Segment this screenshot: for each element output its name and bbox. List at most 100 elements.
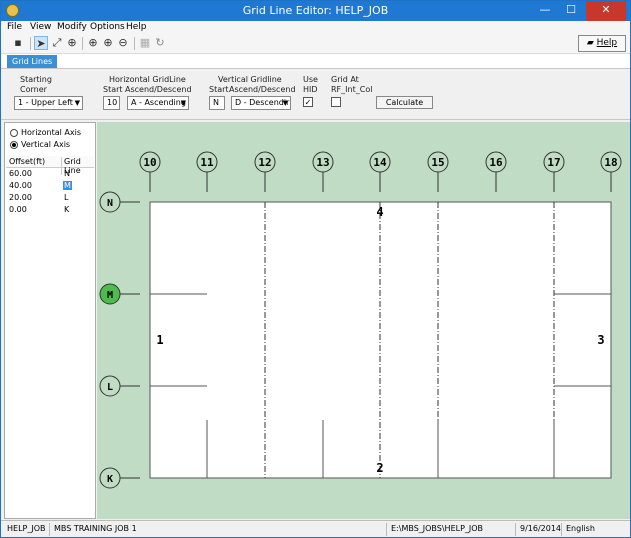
vertical-start-label: Start: [209, 85, 229, 94]
horizontal-ascend-value: A - Ascending: [131, 98, 186, 107]
hid-label: HID: [303, 85, 318, 94]
horizontal-ascend-label: Ascend/Descend: [125, 85, 192, 94]
radio-horizontal-label: Horizontal Axis: [21, 128, 81, 137]
table-row[interactable]: 20.00 L: [6, 192, 94, 204]
zoom-out-icon[interactable]: ⊖: [116, 36, 130, 50]
offset-cell[interactable]: 40.00: [9, 181, 32, 190]
status-separator: [49, 523, 50, 536]
column-bubble-label: 17: [547, 156, 560, 169]
corner-label: Corner: [20, 85, 47, 94]
horizontal-ascend-select[interactable]: A - Ascending ▼: [127, 96, 189, 110]
wall-label-top: 4: [376, 205, 383, 219]
app-window: Grid Line Editor: HELP_JOB — ☐ ✕ File Vi…: [0, 0, 631, 538]
table-row[interactable]: 40.00 M: [6, 180, 94, 192]
grid-canvas[interactable]: 10 11 12 13 14 15 16 17 18 N M L K 4 2 1 3: [97, 122, 630, 519]
radio-vertical-label: Vertical Axis: [21, 140, 71, 149]
radio-vertical-axis[interactable]: Vertical Axis: [10, 140, 95, 151]
calculate-button[interactable]: Calculate: [376, 96, 433, 109]
menu-options[interactable]: Options: [90, 22, 125, 32]
table-row[interactable]: 60.00 N: [6, 168, 94, 180]
use-hid-checkbox[interactable]: ✓: [303, 97, 313, 107]
minimize-button[interactable]: —: [532, 1, 558, 21]
row-bubble-label: L: [107, 382, 113, 393]
column-bubble-label: 15: [431, 156, 444, 169]
pan-zoom-icon[interactable]: ⤢: [50, 36, 64, 50]
menu-modify[interactable]: Modify: [57, 22, 87, 32]
starting-corner-select[interactable]: 1 - Upper Left ▼: [14, 96, 83, 110]
status-path: E:\MBS_JOBS\HELP_JOB: [391, 524, 484, 533]
table-row[interactable]: 0.00 K: [6, 204, 94, 216]
grid-at-checkbox[interactable]: [331, 97, 341, 107]
vertical-ascend-label: Ascend/Descend: [229, 85, 296, 94]
column-bubble-label: 14: [373, 156, 387, 169]
chevron-down-icon: ▼: [74, 99, 80, 107]
grid-at-label: Grid At: [331, 75, 359, 84]
status-separator: [515, 523, 516, 536]
radio-horizontal-axis[interactable]: Horizontal Axis: [10, 128, 95, 139]
wall-label-left: 1: [156, 333, 163, 347]
gridline-cell[interactable]: N: [63, 169, 71, 178]
column-offset-header: Offset(ft): [9, 157, 46, 166]
gridline-cell[interactable]: K: [63, 205, 70, 214]
column-bubble-label: 10: [143, 156, 156, 169]
column-bubble-label: 11: [200, 156, 214, 169]
radio-horizontal-dot: [10, 129, 18, 137]
gridline-table: Offset(ft) Grid Line 60.00 N 40.00 M 20.…: [6, 156, 94, 216]
menu-help[interactable]: Help: [126, 22, 147, 32]
vertical-ascend-value: D - Descendir: [235, 98, 290, 107]
maximize-button[interactable]: ☐: [558, 1, 584, 21]
wall-label-bottom: 2: [376, 461, 383, 475]
horizontal-gridline-label: Horizontal GridLine: [109, 75, 186, 84]
tab-grid-lines[interactable]: Grid Lines: [7, 55, 58, 68]
column-bubble-label: 16: [489, 156, 503, 169]
close-button[interactable]: ✕: [586, 1, 626, 21]
save-icon[interactable]: ▪: [11, 36, 25, 50]
chevron-down-icon: ▼: [180, 99, 186, 107]
row-bubble-label: M: [107, 290, 113, 301]
axis-pane: Horizontal Axis Vertical Axis Offset(ft)…: [4, 122, 96, 519]
column-bubble-label: 18: [604, 156, 617, 169]
status-language: English: [566, 524, 595, 533]
toolbar-separator: [82, 37, 83, 50]
zoom-extents-icon[interactable]: ⊕: [86, 36, 100, 50]
rf-int-col-label: RF_Int_Col: [331, 85, 373, 94]
chevron-down-icon: ▼: [282, 99, 288, 107]
menu-file[interactable]: File: [7, 22, 22, 32]
offset-cell[interactable]: 0.00: [9, 205, 27, 214]
vertical-start-input[interactable]: N: [209, 96, 225, 110]
status-job: HELP_JOB: [7, 524, 46, 533]
help-button[interactable]: ▰ Help: [578, 35, 626, 52]
zoom-window-icon[interactable]: ⊕: [65, 36, 79, 50]
tab-strip: Grid Lines: [1, 54, 630, 68]
gridline-cell[interactable]: L: [63, 193, 69, 202]
offset-cell[interactable]: 20.00: [9, 193, 32, 202]
refresh-icon[interactable]: ↻: [153, 36, 167, 50]
toolbar-separator: [134, 37, 135, 50]
vertical-ascend-select[interactable]: D - Descendir ▼: [231, 96, 291, 110]
status-separator: [561, 523, 562, 536]
offset-cell[interactable]: 60.00: [9, 169, 32, 178]
row-bubble-label: N: [107, 198, 113, 209]
radio-vertical-dot: [10, 141, 18, 149]
grid-drawing[interactable]: 10 11 12 13 14 15 16 17 18NMLK421 3: [97, 122, 630, 519]
status-description: MBS TRAINING JOB 1: [54, 524, 137, 533]
toolbar-separator: [30, 37, 31, 50]
horizontal-start-input[interactable]: 10: [103, 96, 120, 110]
starting-corner-value: 1 - Upper Left: [18, 98, 73, 107]
menu-bar: File View Modify Options Help: [1, 21, 630, 34]
help-button-label: Help: [596, 38, 618, 48]
vertical-gridline-label: Vertical Gridline: [218, 75, 282, 84]
title-bar: Grid Line Editor: HELP_JOB — ☐ ✕: [1, 1, 630, 21]
select-arrow-icon[interactable]: ➤: [34, 36, 48, 50]
help-book-icon: ▰: [586, 38, 597, 48]
grid-icon[interactable]: ▦: [138, 36, 152, 50]
menu-view[interactable]: View: [30, 22, 51, 32]
row-bubble-label: K: [107, 474, 113, 485]
zoom-in-icon[interactable]: ⊕: [101, 36, 115, 50]
status-date: 9/16/2014: [520, 524, 562, 533]
toolbar: ▪ ➤ ⤢ ⊕ ⊕ ⊕ ⊖ ▦ ↻ ▰ Help: [1, 34, 630, 54]
column-bubble-label: 12: [258, 156, 271, 169]
gridline-cell-selected[interactable]: M: [63, 181, 72, 190]
status-bar: HELP_JOB MBS TRAINING JOB 1 E:\MBS_JOBS\…: [1, 520, 630, 537]
column-bubble-label: 13: [316, 156, 329, 169]
